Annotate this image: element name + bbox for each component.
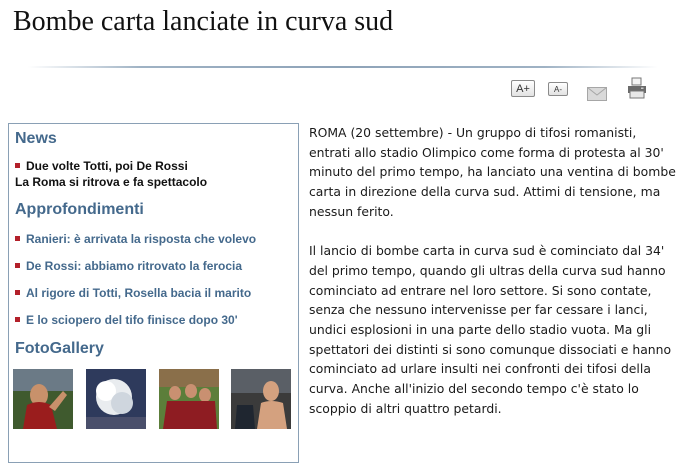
bullet-icon — [15, 163, 20, 168]
bullet-icon — [15, 290, 20, 295]
related-link[interactable]: Al rigore di Totti, Rosella bacia il mar… — [15, 286, 251, 300]
gallery-thumbnail[interactable] — [159, 369, 219, 429]
gallery-thumbnail[interactable] — [231, 369, 291, 429]
related-link[interactable]: E lo sciopero del tifo finisce dopo 30' — [15, 313, 238, 327]
article-paragraph: Il lancio di bombe carta in curva sud è … — [309, 243, 672, 416]
fotogallery-heading: FotoGallery — [15, 340, 104, 357]
news-item[interactable]: Due volte Totti, poi De Rossi La Roma si… — [15, 158, 207, 190]
envelope-icon[interactable] — [587, 84, 607, 104]
printer-icon[interactable] — [626, 77, 648, 99]
approfondimenti-heading: Approfondimenti — [15, 201, 144, 218]
gallery-thumbnail[interactable] — [13, 369, 73, 429]
sidebar-box: News Due volte Totti, poi De Rossi La Ro… — [8, 123, 299, 463]
font-increase-button[interactable]: A+ — [511, 80, 535, 97]
news-subheadline: La Roma si ritrova e fa spettacolo — [15, 175, 208, 189]
title-divider — [28, 66, 658, 68]
news-heading: News — [15, 130, 57, 147]
bullet-icon — [15, 317, 20, 322]
font-decrease-button[interactable]: A- — [548, 82, 568, 96]
news-headline-link[interactable]: Due volte Totti, poi De Rossi — [26, 159, 188, 173]
article-title: Bombe carta lanciate in curva sud — [13, 6, 394, 37]
article-body: ROMA (20 settembre) - Un gruppo di tifos… — [309, 123, 677, 419]
bullet-icon — [15, 263, 20, 268]
article-paragraph: ROMA (20 settembre) - Un gruppo di tifos… — [309, 125, 676, 219]
related-link[interactable]: Ranieri: è arrivata la risposta che vole… — [15, 232, 256, 246]
bullet-icon — [15, 236, 20, 241]
related-link[interactable]: De Rossi: abbiamo ritrovato la ferocia — [15, 259, 242, 273]
gallery-thumbnail[interactable] — [86, 369, 146, 429]
